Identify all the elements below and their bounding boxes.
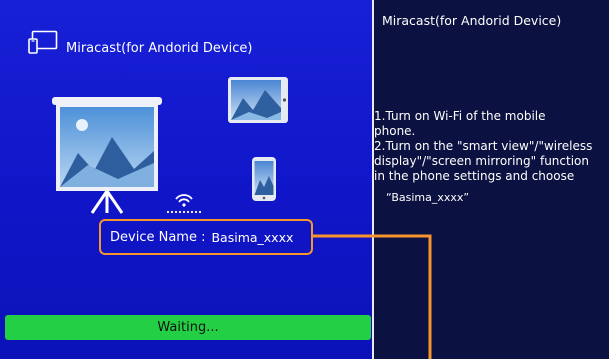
instructions-steps: 1.Turn on Wi-Fi of the mobile phone. 2.T… <box>374 109 604 205</box>
device-name-value: Basima_xxxx <box>211 229 294 245</box>
miracast-header: Miracast(for Andorid Device) <box>28 30 252 56</box>
device-name-box: Device Name : Basima_xxxx <box>99 219 313 255</box>
phone-illustration <box>252 157 276 201</box>
wifi-icon <box>166 194 202 214</box>
device-name-quote: “Basima_xxxx” <box>386 191 470 204</box>
step1-line1: 1.Turn on Wi-Fi of the mobile <box>374 109 546 123</box>
status-text: Waiting... <box>157 320 219 335</box>
highlight-connector-line <box>313 234 432 359</box>
projector-screen-illustration <box>52 97 162 214</box>
step1-line2: phone. <box>374 124 416 138</box>
step2-line3: in the phone settings and choose <box>374 169 575 183</box>
step2-line1: 2.Turn on the "smart view"/"wireless <box>374 139 593 153</box>
header-title: Miracast(for Andorid Device) <box>66 40 253 56</box>
tablet-illustration <box>228 77 288 123</box>
cast-screen-icon <box>28 30 58 54</box>
step2-line2: display"/"screen mirroring" function <box>374 154 589 168</box>
device-name-label: Device Name : <box>110 229 206 245</box>
instructions-title: Miracast(for Andorid Device) <box>382 13 562 28</box>
